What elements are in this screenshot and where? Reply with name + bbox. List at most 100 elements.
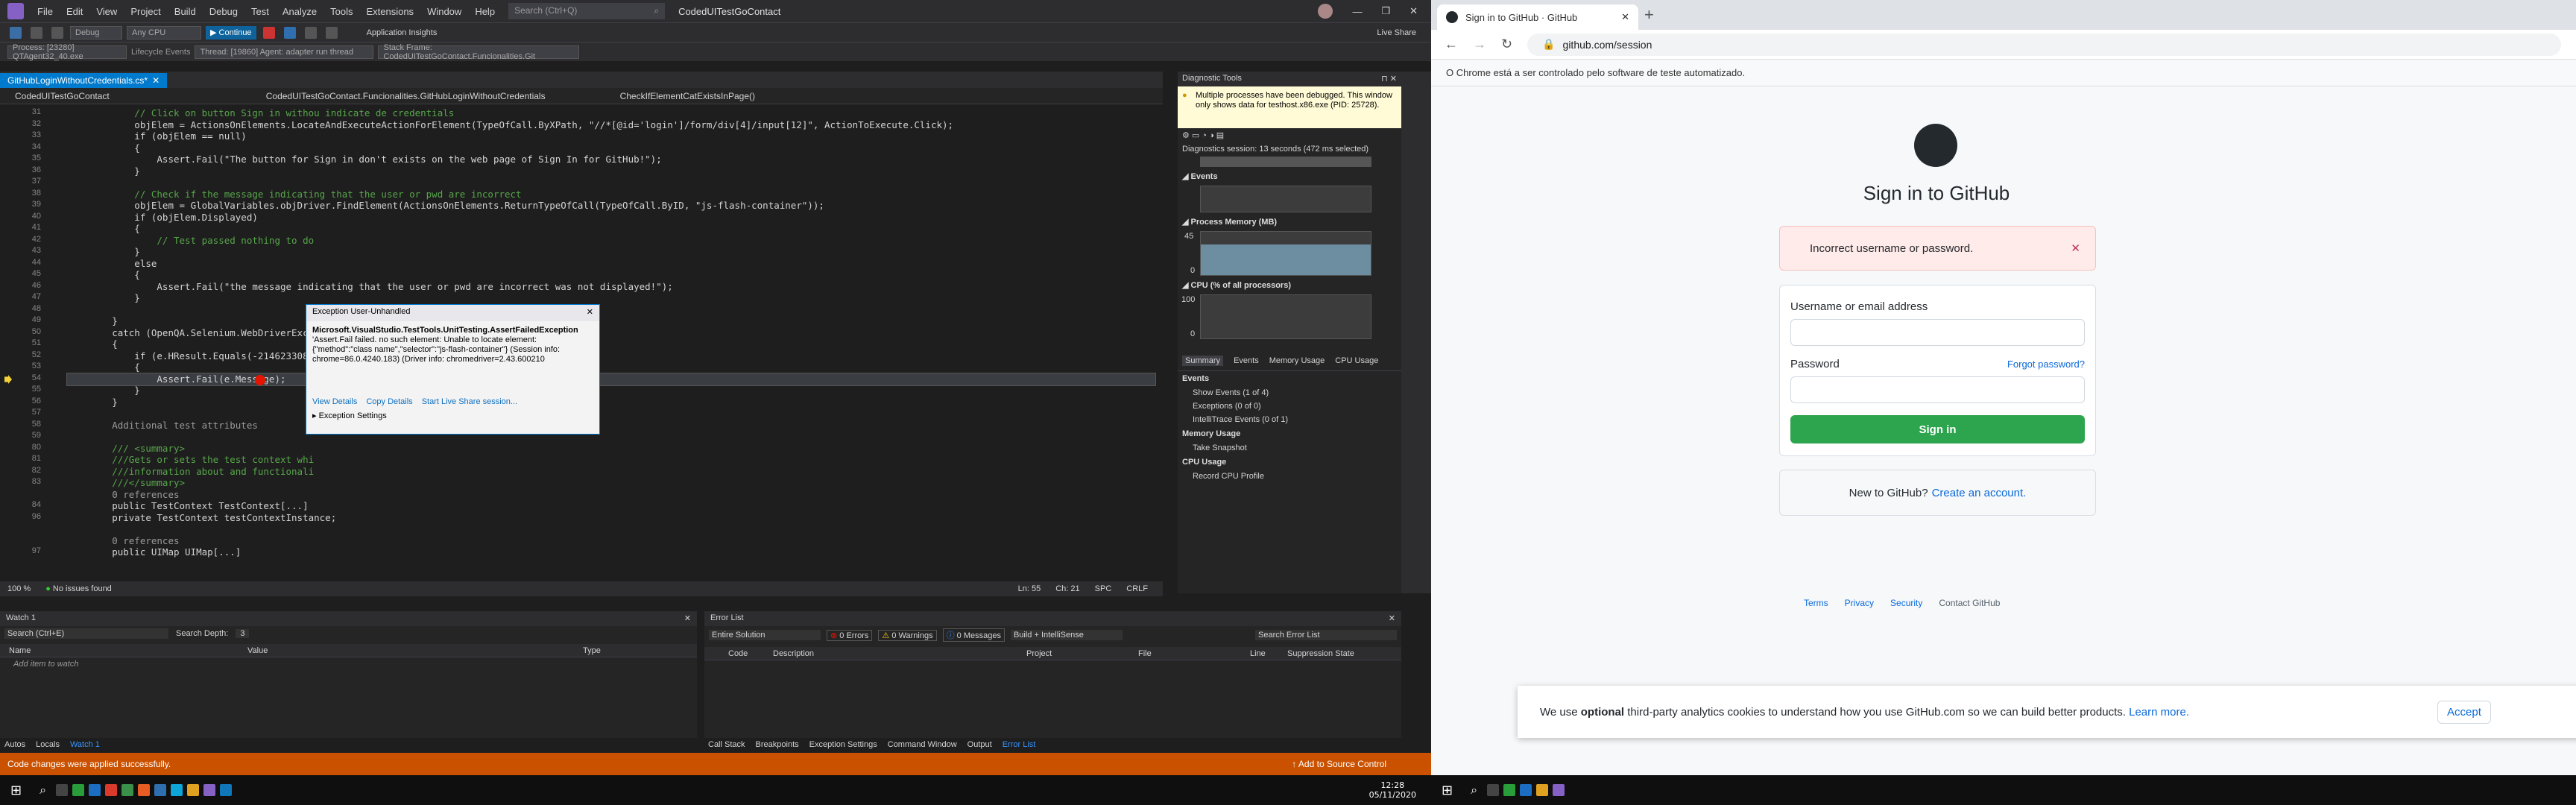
restart-icon[interactable] (283, 26, 296, 39)
menu-item[interactable]: Test (251, 6, 269, 17)
chrome-icon[interactable] (1536, 784, 1549, 796)
create-account-link[interactable]: Create an account. (1932, 487, 2027, 499)
back-arrow-icon[interactable]: ← (1445, 37, 1458, 52)
forgot-password-link[interactable]: Forgot password? (2007, 359, 2085, 370)
username-field[interactable] (1790, 319, 2085, 346)
step-into-icon[interactable] (325, 26, 338, 39)
platform-select[interactable]: Any CPU (127, 25, 201, 40)
menu-item[interactable]: Project (130, 6, 160, 17)
tab-breakpoints[interactable]: Breakpoints (756, 740, 799, 749)
undo-icon[interactable] (51, 26, 63, 39)
record-cpu-button[interactable]: Record CPU Profile (1178, 470, 1401, 483)
tab-events[interactable]: Events (1234, 356, 1259, 365)
menu-item[interactable]: Tools (330, 6, 353, 17)
warnings-filter[interactable]: ⚠ 0 Warnings (878, 629, 937, 641)
app-icon[interactable] (1503, 784, 1516, 796)
task-view-icon[interactable] (56, 784, 69, 796)
add-watch-item[interactable]: Add item to watch (0, 657, 697, 671)
process-select[interactable]: Process: [23280] QTAgent32_40.exe (7, 43, 127, 61)
close-icon[interactable]: ✕ (2071, 242, 2080, 255)
memory-section[interactable]: ◢ Process Memory (MB) (1178, 214, 1401, 230)
minimize-icon[interactable]: — (1352, 6, 1362, 17)
live-share-link[interactable]: Start Live Share session... (422, 397, 517, 406)
continue-button[interactable]: ▶ Continue (206, 25, 256, 40)
tab-locals[interactable]: Locals (36, 740, 60, 749)
diag-toolbar[interactable]: ⚙ ▭ ◔ ◑ ▤ (1178, 128, 1401, 143)
tab-output[interactable]: Output (967, 740, 992, 749)
footer-contact-link[interactable]: Contact GitHub (1939, 598, 2000, 608)
vscode-icon[interactable] (220, 784, 233, 796)
search-depth-select[interactable]: 3 (236, 629, 250, 638)
tab-command-window[interactable]: Command Window (888, 740, 957, 749)
menu-item[interactable]: Debug (209, 6, 238, 17)
vertical-side-tabs[interactable] (1401, 72, 1431, 593)
chrome-tab-github[interactable]: Sign in to GitHub · GitHub ✕ (1437, 4, 1638, 30)
maximize-icon[interactable]: ❐ (1381, 5, 1390, 17)
windows-start-icon[interactable]: ⊞ (10, 783, 22, 798)
zoom-level[interactable]: 100 % (7, 584, 31, 593)
outlook-icon[interactable] (89, 784, 101, 796)
forward-arrow-icon[interactable]: → (1473, 37, 1486, 52)
errors-filter[interactable]: ⊗ 0 Errors (827, 629, 873, 641)
exception-helper-popup[interactable]: Exception User-Unhandled ✕ Microsoft.Visu… (306, 304, 600, 435)
save-icon[interactable] (31, 26, 42, 39)
tab-cpu[interactable]: CPU Usage (1335, 356, 1378, 365)
step-over-icon[interactable] (304, 26, 317, 39)
menu-item[interactable]: File (37, 6, 53, 17)
visual-studio-icon[interactable] (1553, 784, 1565, 796)
back-icon[interactable] (10, 26, 22, 39)
messages-filter[interactable]: ⓘ 0 Messages (942, 628, 1005, 642)
close-icon[interactable]: ✕ (1389, 613, 1395, 624)
menu-item[interactable]: Help (475, 6, 495, 17)
reload-icon[interactable]: ↻ (1501, 37, 1512, 52)
lifecycle-events[interactable]: Lifecycle Events (131, 48, 190, 57)
app-icon[interactable] (138, 784, 151, 796)
close-icon[interactable]: ✕ (152, 75, 160, 86)
issues-indicator[interactable]: ● No issues found (45, 584, 112, 593)
stop-icon[interactable] (262, 26, 275, 39)
app-insights-button[interactable]: Application Insights (367, 28, 438, 37)
tab-memory[interactable]: Memory Usage (1269, 356, 1325, 365)
footer-privacy-link[interactable]: Privacy (1845, 598, 1874, 608)
accept-cookies-button[interactable]: Accept (2437, 700, 2491, 724)
password-field[interactable] (1790, 376, 2085, 403)
nav-member[interactable]: CheckIfElementCatExistsInPage() (620, 91, 755, 101)
view-details-link[interactable]: View Details (312, 397, 357, 406)
exception-settings-toggle[interactable]: ▸ Exception Settings (306, 409, 599, 422)
cpu-section[interactable]: ◢ CPU (% of all processors) (1178, 277, 1401, 293)
close-icon[interactable]: ✕ (1621, 11, 1629, 23)
menu-item[interactable]: Extensions (366, 6, 414, 17)
memory-graph[interactable]: 45 0 (1184, 231, 1371, 276)
errlist-search-input[interactable]: Search Error List (1255, 630, 1397, 640)
menu-item[interactable]: Analyze (282, 6, 317, 17)
visual-studio-icon[interactable] (203, 784, 216, 796)
avatar[interactable] (1318, 4, 1333, 19)
exceptions-link[interactable]: Exceptions (0 of 0) (1178, 400, 1401, 413)
footer-security-link[interactable]: Security (1890, 598, 1922, 608)
live-share-button[interactable]: Live Share (1377, 28, 1416, 37)
config-select[interactable]: Debug (70, 25, 122, 40)
close-icon[interactable]: ✕ (587, 307, 593, 319)
nav-class[interactable]: CodedUITestGoContact.Funcionalities.GitH… (266, 91, 546, 101)
timeline-ruler[interactable] (1200, 157, 1371, 167)
tab-github-login[interactable]: GitHubLoginWithoutCredentials.cs* ✕ (0, 73, 168, 88)
stack-frame-select[interactable]: Stack Frame: CodedUITestGoContact.Funcio… (378, 43, 580, 61)
chrome-icon[interactable] (187, 784, 200, 796)
tab-call-stack[interactable]: Call Stack (708, 740, 745, 749)
menu-item[interactable]: View (96, 6, 117, 17)
build-filter-select[interactable]: Build + IntelliSense (1010, 630, 1123, 640)
task-view-icon[interactable] (1487, 784, 1500, 796)
learn-more-link[interactable]: Learn more. (2129, 706, 2189, 719)
tab-summary[interactable]: Summary (1182, 356, 1224, 366)
show-events-link[interactable]: Show Events (1 of 4) (1178, 386, 1401, 400)
windows-start-icon[interactable]: ⊞ (1442, 783, 1453, 798)
pin-icon[interactable]: ⊓ ✕ (1381, 74, 1397, 84)
scope-select[interactable]: Entire Solution (709, 630, 821, 640)
watch-search-input[interactable]: Search (Ctrl+E) (4, 628, 168, 639)
thread-select[interactable]: Thread: [19860] Agent: adapter run threa… (195, 45, 374, 59)
add-source-control-button[interactable]: ↑ Add to Source Control (1292, 759, 1386, 769)
close-icon[interactable]: ✕ (1409, 5, 1418, 17)
events-graph[interactable] (1200, 186, 1371, 212)
menu-item[interactable]: Window (427, 6, 461, 17)
menu-item[interactable]: Edit (66, 6, 83, 17)
